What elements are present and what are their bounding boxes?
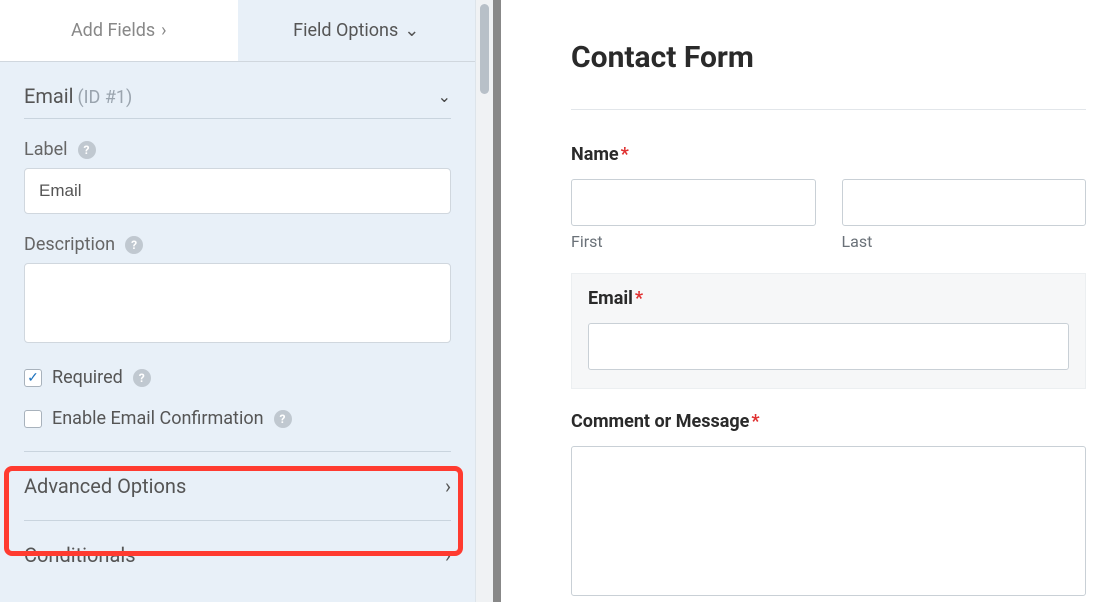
confirmation-checkbox[interactable] [24, 410, 42, 428]
scrollbar-thumb[interactable] [480, 4, 489, 94]
comment-field-block: Comment or Message* [571, 411, 1086, 596]
confirmation-label: Enable Email Confirmation [52, 408, 264, 429]
field-header[interactable]: Email (ID #1) ⌄ [24, 62, 451, 119]
field-header-title: Email (ID #1) [24, 84, 132, 108]
advanced-options-label: Advanced Options [24, 474, 186, 498]
email-label: Email* [588, 288, 1069, 309]
required-star-icon: * [621, 144, 629, 165]
description-text: Description [24, 234, 115, 255]
required-checkbox[interactable]: ✓ [24, 369, 42, 387]
sidebar-tabs: Add Fields › Field Options ⌄ [0, 0, 475, 62]
form-title: Contact Form [571, 40, 1086, 110]
confirmation-row[interactable]: Enable Email Confirmation ? [24, 408, 451, 429]
help-icon[interactable]: ? [125, 236, 143, 254]
required-star-icon: * [635, 288, 643, 309]
comment-label: Comment or Message* [571, 411, 1086, 432]
chevron-right-icon: › [445, 474, 451, 498]
help-icon[interactable]: ? [133, 369, 151, 387]
description-row: Description ? [24, 234, 451, 255]
comment-label-text: Comment or Message [571, 411, 749, 432]
sidebar: Add Fields › Field Options ⌄ Email (ID #… [0, 0, 475, 602]
advanced-options-section[interactable]: Advanced Options › [24, 451, 451, 520]
tab-add-fields-label: Add Fields [71, 20, 155, 41]
required-label: Required [52, 367, 123, 388]
field-name: Email [24, 84, 74, 108]
field-id: (ID #1) [77, 87, 132, 108]
name-label-text: Name [571, 144, 619, 165]
description-input[interactable] [24, 263, 451, 343]
tab-field-options-label: Field Options [293, 20, 398, 41]
last-name-input[interactable] [842, 179, 1087, 226]
email-label-text: Email [588, 288, 633, 309]
name-field-block: Name* First Last [571, 144, 1086, 251]
label-row: Label ? [24, 139, 451, 160]
tab-add-fields[interactable]: Add Fields › [0, 0, 238, 61]
chevron-down-icon: ⌄ [404, 20, 419, 41]
email-input[interactable] [588, 323, 1069, 370]
first-sublabel: First [571, 232, 816, 251]
help-icon[interactable]: ? [78, 141, 96, 159]
sidebar-scrollbar[interactable] [475, 0, 493, 602]
tab-field-options[interactable]: Field Options ⌄ [238, 0, 476, 61]
chevron-down-icon: ⌄ [438, 87, 451, 106]
chevron-right-icon: › [161, 20, 166, 41]
last-sublabel: Last [842, 232, 1087, 251]
chevron-right-icon: › [445, 543, 451, 567]
label-text: Label [24, 139, 68, 160]
first-name-input[interactable] [571, 179, 816, 226]
name-label: Name* [571, 144, 1086, 165]
conditionals-label: Conditionals [24, 543, 136, 567]
field-options-panel: Email (ID #1) ⌄ Label ? Description ? ✓ … [0, 62, 475, 589]
pane-divider [493, 0, 501, 602]
help-icon[interactable]: ? [274, 410, 292, 428]
required-star-icon: * [751, 411, 759, 432]
email-field-block[interactable]: Email* [571, 273, 1086, 389]
form-preview: Contact Form Name* First Last Email* [501, 0, 1116, 602]
required-row[interactable]: ✓ Required ? [24, 367, 451, 388]
label-input[interactable] [24, 168, 451, 214]
conditionals-section[interactable]: Conditionals › [24, 520, 451, 589]
comment-textarea[interactable] [571, 446, 1086, 596]
